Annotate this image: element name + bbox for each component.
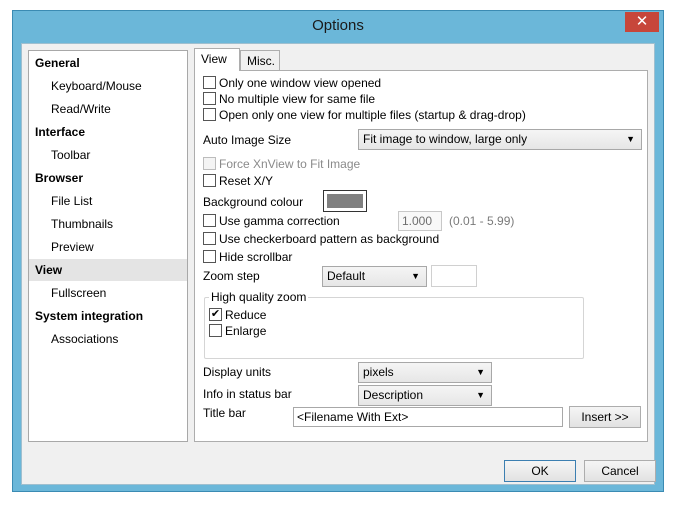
checkerboard-label: Use checkerboard pattern as background — [219, 232, 440, 246]
open-only-one-checkbox[interactable] — [203, 108, 216, 121]
sidebar-item-interface[interactable]: Interface — [29, 121, 187, 143]
tab-misc[interactable]: Misc. — [240, 50, 280, 70]
tab-view[interactable]: View — [194, 48, 240, 71]
sidebar-item-keyboard-mouse[interactable]: Keyboard/Mouse — [29, 75, 187, 97]
title-bar-label: Title bar — [203, 406, 246, 420]
checkerboard-checkbox[interactable] — [203, 232, 216, 245]
chevron-down-icon: ▼ — [626, 134, 635, 144]
force-fit-label: Force XnView to Fit Image — [219, 157, 361, 171]
auto-image-size-select[interactable]: Fit image to window, large only ▼ — [358, 129, 642, 150]
hq-reduce-checkbox[interactable]: ✔ — [209, 308, 222, 321]
gamma-input[interactable]: 1.000 — [398, 211, 442, 231]
title-bar[interactable]: Options ✕ — [13, 11, 663, 43]
sidebar-item-system-integration[interactable]: System integration — [29, 305, 187, 327]
sidebar-item-view[interactable]: View — [29, 259, 187, 281]
category-list: General Keyboard/Mouse Read/Write Interf… — [28, 50, 188, 442]
hq-enlarge-checkbox[interactable] — [209, 324, 222, 337]
gamma-label: Use gamma correction — [219, 214, 340, 228]
title-bar-input[interactable]: <Filename With Ext> — [293, 407, 563, 427]
status-bar-info-select[interactable]: Description ▼ — [358, 385, 492, 406]
background-colour-label: Background colour — [203, 195, 304, 209]
close-icon[interactable]: ✕ — [625, 12, 659, 32]
sidebar-item-preview[interactable]: Preview — [29, 236, 187, 258]
sidebar-item-fullscreen[interactable]: Fullscreen — [29, 282, 187, 304]
hide-scrollbar-checkbox[interactable] — [203, 250, 216, 263]
dialog-client: General Keyboard/Mouse Read/Write Interf… — [21, 43, 656, 485]
window-title: Options — [312, 17, 364, 34]
no-multiple-view-label: No multiple view for same file — [219, 92, 376, 106]
sidebar-item-file-list[interactable]: File List — [29, 190, 187, 212]
hq-reduce-label: Reduce — [225, 308, 267, 322]
check-icon: ✔ — [210, 308, 221, 320]
status-bar-info-value: Description — [363, 388, 424, 402]
zoom-step-input[interactable] — [431, 265, 477, 287]
ok-button[interactable]: OK — [504, 460, 576, 482]
display-units-label: Display units — [203, 365, 272, 379]
auto-image-size-value: Fit image to window, large only — [363, 132, 528, 146]
view-settings-panel: Only one window view opened No multiple … — [194, 70, 648, 442]
sidebar-item-browser[interactable]: Browser — [29, 167, 187, 189]
zoom-step-value: Default — [327, 269, 366, 283]
only-one-window-checkbox[interactable] — [203, 76, 216, 89]
reset-xy-checkbox[interactable] — [203, 174, 216, 187]
chevron-down-icon: ▼ — [476, 367, 485, 377]
gamma-checkbox[interactable] — [203, 214, 216, 227]
background-colour-swatch — [327, 194, 363, 208]
zoom-step-label: Zoom step — [203, 269, 260, 283]
status-bar-info-label: Info in status bar — [203, 387, 292, 401]
sidebar-item-associations[interactable]: Associations — [29, 328, 187, 350]
no-multiple-view-checkbox[interactable] — [203, 92, 216, 105]
only-one-window-label: Only one window view opened — [219, 76, 382, 90]
hq-enlarge-label: Enlarge — [225, 324, 267, 338]
chevron-down-icon: ▼ — [476, 390, 485, 400]
force-fit-checkbox[interactable] — [203, 157, 216, 170]
auto-image-size-label: Auto Image Size — [203, 133, 292, 147]
sidebar-item-read-write[interactable]: Read/Write — [29, 98, 187, 120]
sidebar-item-general[interactable]: General — [29, 52, 187, 74]
background-colour-button[interactable] — [323, 190, 367, 212]
open-only-one-label: Open only one view for multiple files (s… — [219, 108, 526, 122]
gamma-range: (0.01 - 5.99) — [449, 214, 515, 228]
hide-scrollbar-label: Hide scrollbar — [219, 250, 293, 264]
sidebar-item-toolbar[interactable]: Toolbar — [29, 144, 187, 166]
cancel-button[interactable]: Cancel — [584, 460, 656, 482]
options-window: Options ✕ General Keyboard/Mouse Read/Wr… — [12, 10, 664, 492]
sidebar-item-thumbnails[interactable]: Thumbnails — [29, 213, 187, 235]
display-units-select[interactable]: pixels ▼ — [358, 362, 492, 383]
reset-xy-label: Reset X/Y — [219, 174, 274, 188]
zoom-step-select[interactable]: Default ▼ — [322, 266, 427, 287]
display-units-value: pixels — [363, 365, 394, 379]
insert-button[interactable]: Insert >> — [569, 406, 641, 428]
chevron-down-icon: ▼ — [411, 271, 420, 281]
hq-zoom-title: High quality zoom — [209, 290, 309, 304]
